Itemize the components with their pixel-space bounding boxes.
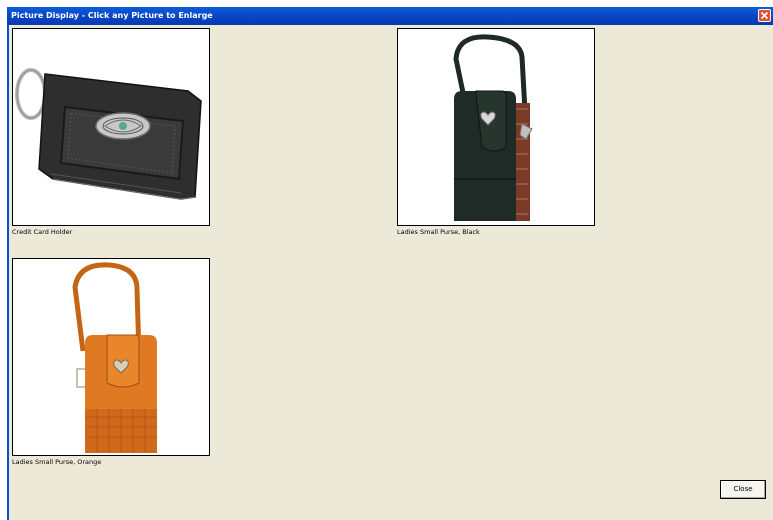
picture-grid: Credit Card Holder Ladies Small Purse, B… xyxy=(9,25,773,520)
caption-orange-purse: Ladies Small Purse, Orange xyxy=(12,458,102,466)
title-bar[interactable]: Picture Display - Click any Picture to E… xyxy=(7,7,773,25)
window-title: Picture Display - Click any Picture to E… xyxy=(11,11,213,20)
x-icon xyxy=(760,11,769,20)
caption-credit-card-holder: Credit Card Holder xyxy=(12,228,73,236)
caption-black-purse: Ladies Small Purse, Black xyxy=(397,228,480,236)
black-purse-image xyxy=(453,34,533,221)
picture-credit-card-holder[interactable] xyxy=(12,28,210,226)
close-button[interactable]: Close xyxy=(720,480,766,499)
window-close-icon[interactable] xyxy=(758,9,771,22)
credit-card-holder-image xyxy=(15,68,202,200)
picture-black-purse[interactable] xyxy=(397,28,595,226)
picture-orange-purse[interactable] xyxy=(12,258,210,456)
orange-purse-image xyxy=(72,262,157,453)
picture-display-window: Picture Display - Click any Picture to E… xyxy=(7,7,773,520)
